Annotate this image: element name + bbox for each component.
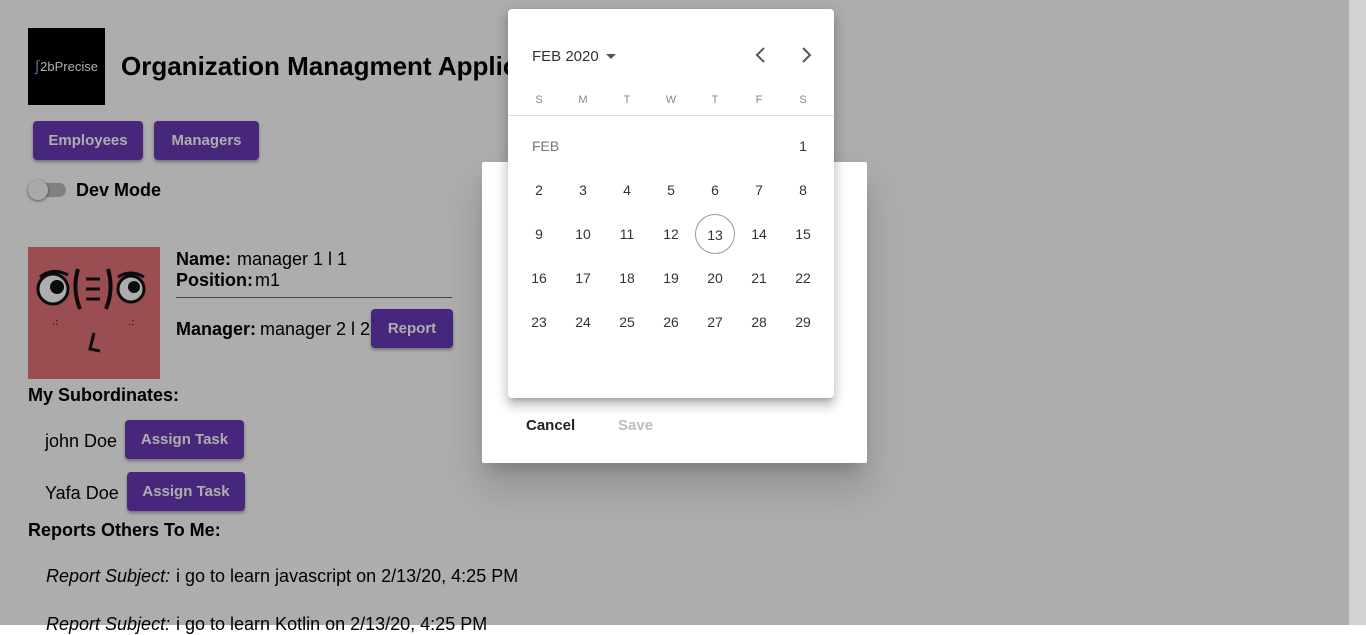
calendar-day[interactable]: 20 [695, 258, 735, 298]
chevron-left-icon[interactable] [751, 45, 771, 65]
month-label: FEB [532, 138, 560, 154]
weekday-label: S [535, 94, 543, 106]
calendar-day[interactable]: 2 [519, 170, 559, 210]
caret-down-icon[interactable] [605, 53, 616, 59]
calendar-day[interactable]: 15 [783, 214, 823, 254]
calendar-day[interactable]: 7 [739, 170, 779, 210]
calendar-day[interactable]: 10 [563, 214, 603, 254]
calendar-day[interactable]: 4 [607, 170, 647, 210]
calendar-day[interactable]: 26 [651, 302, 691, 342]
save-button[interactable]: Save [618, 416, 653, 436]
calendar-day[interactable]: 16 [519, 258, 559, 298]
chevron-right-icon[interactable] [796, 45, 816, 65]
page-scrollbar[interactable] [1349, 0, 1366, 625]
calendar-day[interactable]: 1 [783, 126, 823, 166]
calendar-divider [508, 115, 834, 116]
cancel-button[interactable]: Cancel [526, 416, 575, 436]
weekday-label: W [665, 94, 677, 106]
weekday-label: F [755, 94, 763, 106]
calendar-day[interactable]: 18 [607, 258, 647, 298]
date-picker: FEB 2020 SMTWTFS FEB 1 2 3 4 5 6 7 8 9 10 11 12 13 14… [508, 9, 834, 398]
calendar-day[interactable]: 25 [607, 302, 647, 342]
calendar-day[interactable]: 22 [783, 258, 823, 298]
calendar-day[interactable]: 14 [739, 214, 779, 254]
weekday-label: T [711, 94, 719, 106]
calendar-day[interactable]: 9 [519, 214, 559, 254]
calendar-day[interactable]: 27 [695, 302, 735, 342]
weekday-label: M [578, 94, 588, 106]
calendar-day-today[interactable]: 13 [695, 214, 735, 254]
calendar-day[interactable]: 19 [651, 258, 691, 298]
calendar-day[interactable]: 12 [651, 214, 691, 254]
calendar-day[interactable]: 29 [783, 302, 823, 342]
calendar-day[interactable]: 21 [739, 258, 779, 298]
calendar-day[interactable]: 8 [783, 170, 823, 210]
weekday-label: T [623, 94, 631, 106]
period-selector[interactable]: FEB 2020 [532, 46, 616, 66]
calendar-day[interactable]: 28 [739, 302, 779, 342]
weekday-label: S [799, 94, 807, 106]
calendar-day[interactable]: 11 [607, 214, 647, 254]
calendar-day[interactable]: 24 [563, 302, 603, 342]
calendar-day[interactable]: 23 [519, 302, 559, 342]
period-label[interactable]: FEB 2020 [532, 48, 599, 65]
calendar-day[interactable]: 3 [563, 170, 603, 210]
calendar-day[interactable]: 6 [695, 170, 735, 210]
calendar-day[interactable]: 17 [563, 258, 603, 298]
calendar-day[interactable]: 5 [651, 170, 691, 210]
